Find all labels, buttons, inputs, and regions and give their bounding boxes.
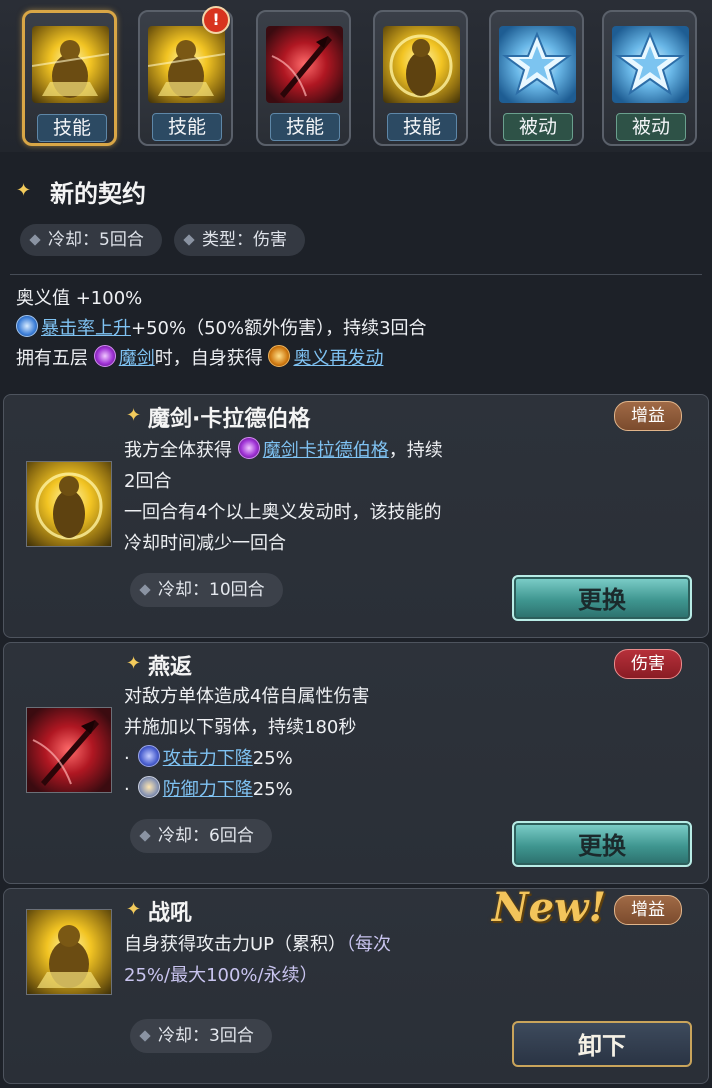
skill-option-card: ✦ 魔剑·卡拉德伯格 增益 我方全体获得 魔剑卡拉德伯格，持续 2回合 一回合有… [3,394,709,638]
card-title: 战吼 [148,901,193,926]
desc-line: 我方全体获得 魔剑卡拉德伯格，持续 [124,435,443,466]
passive-tab-1[interactable]: 被动 [489,10,584,146]
skill-tab-2[interactable]: 技能 ! [138,6,233,146]
sparkle-icon: ✦ [126,405,142,426]
alert-badge: ! [202,6,230,34]
shield-down-icon [137,776,160,798]
card-desc: 对敌方单体造成4倍自属性伤害 并施加以下弱体，持续180秒 · 攻击力下降25% … [124,681,369,805]
tab-label: 技能 [387,113,457,141]
cooldown-badge: 冷却：3回合 [130,1019,272,1053]
golden-knight-icon [148,26,225,103]
desc-text: 时，自身获得 [154,348,269,369]
skill-option-card: ✦ 燕返 伤害 对敌方单体造成4倍自属性伤害 并施加以下弱体，持续180秒 · 攻… [3,642,709,884]
atk-down-link[interactable]: 攻击力下降 [163,748,253,769]
golden-aura-knight-icon [26,461,112,547]
blue-star-icon [612,26,689,103]
new-label: New! [492,884,607,931]
passive-tab-2[interactable]: 被动 [602,10,697,146]
tab-label: 技能 [152,113,222,141]
desc-line: 冷却时间减少一回合 [124,533,286,554]
replace-button[interactable]: 更换 [512,821,692,867]
crit-rate-up-link[interactable]: 暴击率上升 [41,318,131,339]
desc-text: ，持续 [388,440,443,461]
bullet: · [124,779,130,800]
cooldown-badge: 冷却：5回合 [20,224,162,256]
tab-label: 技能 [37,114,107,142]
sparkle-icon: ✦ [126,653,142,674]
cooldown-badge: 冷却：10回合 [130,573,283,607]
tab-label: 被动 [503,113,573,141]
card-title: 燕返 [148,655,193,680]
magic-sword-link[interactable]: 魔剑 [119,348,155,369]
cooldown-badge: 冷却：6回合 [130,819,272,853]
debuff-value: 25% [252,748,293,769]
tab-label: 被动 [616,113,686,141]
skill-tab-3[interactable]: 技能 [256,10,351,146]
crimson-sword-icon [26,707,112,793]
desc-text: 拥有五层 [16,348,94,369]
crit-up-icon [16,315,38,337]
desc-line: 自身获得攻击力UP（累积）（每次 [124,929,391,960]
desc-line: 2回合 [124,471,172,492]
buff-tag: 增益 [614,895,682,925]
card-desc: 我方全体获得 魔剑卡拉德伯格，持续 2回合 一回合有4个以上奥义发动时，该技能的… [124,435,443,559]
desc-text: +50%（50%额外伤害），持续3回合 [131,318,427,339]
debuff-value: 25% [252,779,293,800]
crimson-sword-icon [266,26,343,103]
debuff-row: · 防御力下降25% [124,774,369,805]
sparkle-icon: ✦ [16,180,32,201]
skill-desc-line3: 拥有五层 魔剑时，自身获得 奥义再发动 [16,344,383,370]
damage-tag: 伤害 [614,649,682,679]
desc-text: （每次 [346,934,392,955]
bullet: · [124,748,130,769]
def-down-link[interactable]: 防御力下降 [163,779,253,800]
blue-star-icon [499,26,576,103]
skill-tab-4[interactable]: 技能 [373,10,468,146]
desc-line: 对敌方单体造成4倍自属性伤害 [124,686,370,707]
skill-tab-1[interactable]: 技能 [22,10,117,146]
golden-knight-icon [26,909,112,995]
sword-down-icon [137,745,160,767]
desc-line: 25%/最大100%/永续） [124,965,318,986]
tab-label: 技能 [270,113,340,141]
magic-sword-icon [237,437,260,459]
ougi-recast-icon [268,345,291,367]
card-desc: 自身获得攻击力UP（累积）（每次 25%/最大100%/永续） [124,929,391,991]
desc-text: 我方全体获得 [124,440,238,461]
ougi-recast-link[interactable]: 奥义再发动 [293,348,383,369]
caladbolg-link[interactable]: 魔剑卡拉德伯格 [263,440,389,461]
desc-line: 一回合有4个以上奥义发动时，该技能的 [124,502,442,523]
skill-desc-line1: 奥义值 +100% [16,288,143,309]
buff-tag: 增益 [614,401,682,431]
desc-line: 并施加以下弱体，持续180秒 [124,717,357,738]
debuff-row: · 攻击力下降25% [124,743,369,774]
divider [10,274,702,275]
magic-sword-icon [93,345,116,367]
unequip-button[interactable]: 卸下 [512,1021,692,1067]
skill-title: 新的契约 [50,180,146,208]
golden-knight-icon [32,26,109,103]
golden-aura-knight-icon [383,26,460,103]
skill-tab-bar: 技能 技能 ! 技能 技能 被动 被动 [0,0,712,152]
type-badge: 类型：伤害 [174,224,305,256]
skill-desc-line2: 暴击率上升+50%（50%额外伤害），持续3回合 [16,314,427,340]
replace-button[interactable]: 更换 [512,575,692,621]
sparkle-icon: ✦ [126,899,142,920]
card-title: 魔剑·卡拉德伯格 [148,407,311,432]
desc-text: 自身获得攻击力UP（累积） [124,934,347,955]
